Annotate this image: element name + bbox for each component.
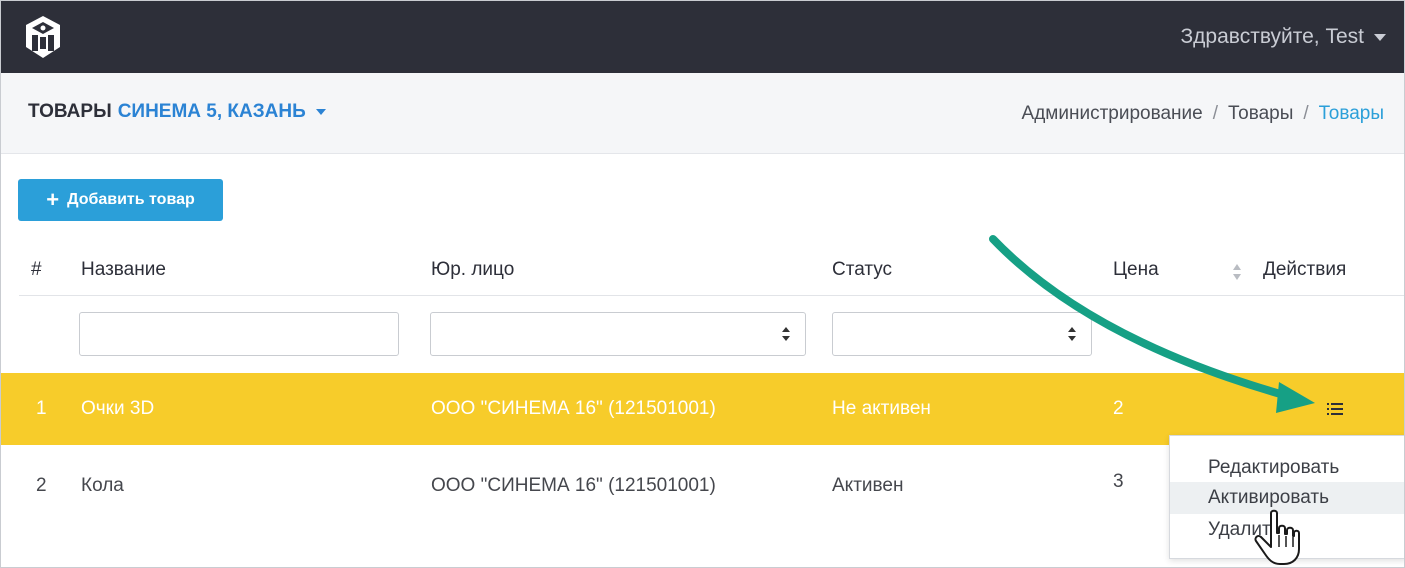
user-greeting: Здравствуйте, Test: [1180, 25, 1364, 48]
chevron-down-icon[interactable]: [315, 109, 326, 115]
user-menu[interactable]: Здравствуйте, Test: [1180, 25, 1386, 49]
add-product-button[interactable]: + Добавить товар: [18, 179, 223, 221]
add-product-label: Добавить товар: [67, 191, 195, 208]
row-entity: ООО "СИНЕМА 16" (121501001): [431, 398, 716, 419]
select-arrows-icon: [1068, 327, 1076, 341]
location-selector[interactable]: СИНЕМА 5, КАЗАНЬ: [118, 101, 306, 123]
sort-icon[interactable]: [1232, 263, 1242, 281]
menu-item-edit[interactable]: Редактировать: [1170, 452, 1404, 484]
column-header-name[interactable]: Название: [81, 259, 166, 281]
chevron-down-icon: [1374, 33, 1386, 41]
column-header-entity[interactable]: Юр. лицо: [431, 259, 514, 281]
row-status: Активен: [832, 475, 904, 496]
column-header-number: #: [31, 259, 42, 280]
breadcrumb-separator: /: [1212, 103, 1218, 124]
row-name: Очки 3D: [81, 398, 155, 419]
hand-pointer-cursor-icon: [1254, 509, 1300, 565]
app-window: Здравствуйте, Test ТОВАРЫ СИНЕМА 5, КАЗА…: [0, 0, 1405, 568]
row-name: Кола: [81, 475, 124, 496]
page-title-text: ТОВАРЫ: [28, 101, 112, 122]
plus-icon: +: [46, 187, 60, 212]
menu-item-label: Активировать: [1208, 487, 1329, 508]
column-header-price[interactable]: Цена: [1113, 259, 1159, 281]
actions-menu-icon[interactable]: [1327, 403, 1343, 415]
column-header-actions: Действия: [1263, 259, 1347, 280]
breadcrumb: Администрирование / Товары / Товары: [1022, 103, 1384, 125]
row-number: 2: [36, 475, 47, 496]
top-navbar: Здравствуйте, Test: [1, 1, 1404, 73]
entity-filter-select[interactable]: [430, 312, 806, 356]
app-logo-icon[interactable]: [19, 13, 67, 61]
row-price: 3: [1113, 471, 1124, 492]
breadcrumb-item-products[interactable]: Товары: [1228, 103, 1293, 125]
name-filter-input[interactable]: [79, 312, 399, 356]
select-arrows-icon: [782, 327, 790, 341]
row-number: 1: [36, 398, 47, 419]
page-header: ТОВАРЫ СИНЕМА 5, КАЗАНЬ Администрировани…: [1, 73, 1404, 154]
table-header-divider: [19, 295, 1404, 296]
row-status: Не активен: [832, 398, 931, 419]
breadcrumb-item-current: Товары: [1318, 103, 1384, 124]
row-entity: ООО "СИНЕМА 16" (121501001): [431, 475, 716, 496]
menu-item-label: Редактировать: [1208, 457, 1340, 478]
status-filter-select[interactable]: [832, 312, 1092, 356]
row-price: 2: [1113, 398, 1124, 419]
column-header-status[interactable]: Статус: [832, 259, 892, 281]
breadcrumb-item-admin[interactable]: Администрирование: [1022, 103, 1203, 125]
breadcrumb-separator: /: [1303, 103, 1309, 124]
page-title: ТОВАРЫ СИНЕМА 5, КАЗАНЬ: [28, 101, 326, 123]
